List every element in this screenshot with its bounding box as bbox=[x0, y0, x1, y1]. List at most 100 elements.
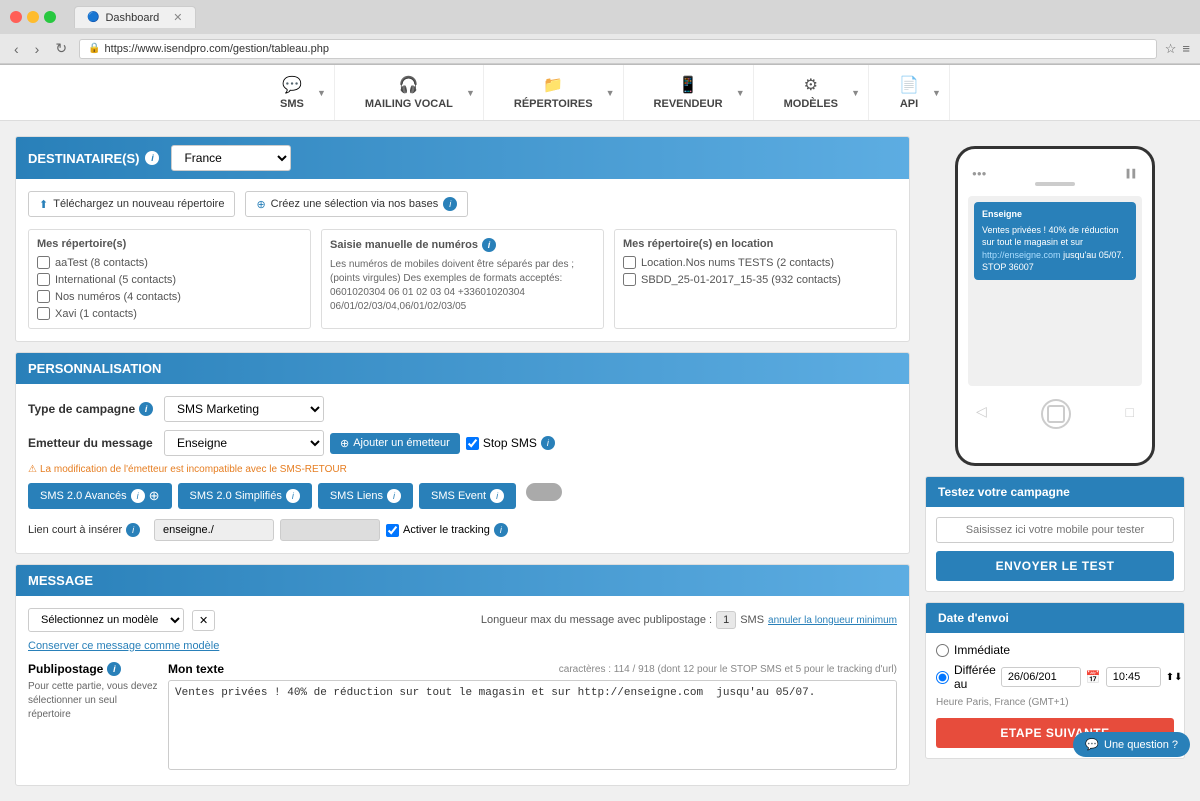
phone-home-button bbox=[1041, 399, 1071, 429]
question-bubble[interactable]: 💬 Une question ? bbox=[1073, 732, 1190, 757]
differee-date-input[interactable] bbox=[1001, 667, 1081, 687]
destinataires-info-icon[interactable]: i bbox=[145, 151, 159, 165]
top-navigation: 💬 SMS ▼ 🎧 MAILING VOCAL ▼ 📁 RÉPERTOIRES … bbox=[0, 65, 1200, 121]
sms-avances-button[interactable]: SMS 2.0 Avancés i ⊕ bbox=[28, 483, 172, 509]
message-title: MESSAGE bbox=[28, 573, 93, 588]
delete-modele-button[interactable]: ✕ bbox=[192, 610, 215, 631]
right-panel: ●●● ▌▌ Enseigne Ventes privées ! 40% de … bbox=[925, 136, 1185, 786]
avances-info-icon[interactable]: i bbox=[131, 489, 145, 503]
saisie-description: Les numéros de mobiles doivent être sépa… bbox=[330, 258, 595, 314]
close-dot[interactable] bbox=[10, 11, 22, 23]
envoyer-test-button[interactable]: ENVOYER LE TEST bbox=[936, 551, 1174, 581]
destinataires-section: DESTINATAIRE(S) i France ⬆ Téléchargez u… bbox=[15, 136, 910, 342]
message-top-row: Sélectionnez un modèle ✕ Longueur max du… bbox=[28, 608, 897, 632]
lien-row: Lien court à insérer i Activer le tracki… bbox=[28, 519, 897, 541]
test-mobile-input[interactable] bbox=[936, 517, 1174, 543]
event-info-icon[interactable]: i bbox=[490, 489, 504, 503]
stop-sms-info-icon[interactable]: i bbox=[541, 436, 555, 450]
reload-button[interactable]: ↻ bbox=[51, 38, 71, 59]
country-select[interactable]: France bbox=[171, 145, 291, 171]
upload-repertoire-button[interactable]: ⬆ Téléchargez un nouveau répertoire bbox=[28, 191, 235, 217]
lien-info-icon[interactable]: i bbox=[126, 523, 140, 537]
mailing-vocal-icon: 🎧 bbox=[399, 75, 419, 95]
differee-radio[interactable] bbox=[936, 671, 949, 684]
time-stepper-icon[interactable]: ⬆⬇ bbox=[1166, 672, 1183, 683]
repertoire-list: aaTest (8 contacts) International (5 con… bbox=[37, 256, 302, 320]
nav-repertoires[interactable]: 📁 RÉPERTOIRES ▼ bbox=[484, 65, 624, 120]
sms-count: 1 bbox=[716, 611, 736, 629]
list-item: SBDD_25-01-2017_15-35 (932 contacts) bbox=[623, 273, 888, 286]
sms-simplifies-button[interactable]: SMS 2.0 Simplifiés i bbox=[178, 483, 312, 509]
sms-label: SMS bbox=[280, 98, 304, 110]
tab-close[interactable]: ✕ bbox=[173, 11, 182, 24]
event-toggle[interactable] bbox=[526, 483, 562, 501]
address-bar[interactable]: 🔒 https://www.isendpro.com/gestion/table… bbox=[79, 39, 1157, 59]
lien-prefix-input bbox=[154, 519, 274, 541]
minimize-dot[interactable] bbox=[27, 11, 39, 23]
create-info-icon[interactable]: i bbox=[443, 197, 457, 211]
mon-texte-label: Mon texte bbox=[168, 662, 224, 676]
sms-dropdown-icon: ▼ bbox=[317, 88, 326, 98]
publipostage-info-icon[interactable]: i bbox=[107, 662, 121, 676]
type-campagne-select[interactable]: SMS Marketing bbox=[164, 396, 324, 422]
sms-liens-button[interactable]: SMS Liens i bbox=[318, 483, 413, 509]
repertoire-checkbox-2[interactable] bbox=[37, 273, 50, 286]
phone-sms-bubble: Enseigne Ventes privées ! 40% de réducti… bbox=[974, 202, 1136, 280]
nav-mailing-vocal[interactable]: 🎧 MAILING VOCAL ▼ bbox=[335, 65, 484, 120]
location-title: Mes répertoire(s) en location bbox=[623, 238, 888, 250]
menu-icon[interactable]: ≡ bbox=[1182, 41, 1190, 57]
tracking-info-icon[interactable]: i bbox=[494, 523, 508, 537]
immediate-radio[interactable] bbox=[936, 644, 949, 657]
liens-info-icon[interactable]: i bbox=[387, 489, 401, 503]
type-info-icon[interactable]: i bbox=[139, 402, 153, 416]
location-checkbox-1[interactable] bbox=[623, 256, 636, 269]
location-checkbox-2[interactable] bbox=[623, 273, 636, 286]
nav-api[interactable]: 📄 API ▼ bbox=[869, 65, 950, 120]
repertoire-checkbox-1[interactable] bbox=[37, 256, 50, 269]
annuler-longueur-link[interactable]: annuler la longueur minimum bbox=[768, 615, 897, 626]
avances-add-icon[interactable]: ⊕ bbox=[149, 488, 160, 504]
maximize-dot[interactable] bbox=[44, 11, 56, 23]
repertoire-checkbox-3[interactable] bbox=[37, 290, 50, 303]
saisie-info-icon[interactable]: i bbox=[482, 238, 496, 252]
revendeur-label: REVENDEUR bbox=[654, 98, 723, 110]
add-emetteur-button[interactable]: ⊕ Ajouter un émetteur bbox=[330, 433, 460, 454]
back-button[interactable]: ‹ bbox=[10, 39, 23, 59]
phone-link: http://enseigne.com bbox=[982, 250, 1061, 260]
star-icon[interactable]: ☆ bbox=[1165, 41, 1177, 57]
nav-modeles[interactable]: ⚙ MODÈLES ▼ bbox=[754, 65, 869, 120]
browser-chrome: 🔵 Dashboard ✕ ‹ › ↻ 🔒 https://www.isendp… bbox=[0, 0, 1200, 65]
lien-value-input[interactable] bbox=[280, 519, 380, 541]
stop-sms-checkbox[interactable] bbox=[466, 437, 479, 450]
personnalisation-header: PERSONNALISATION bbox=[16, 353, 909, 384]
app-container: 💬 SMS ▼ 🎧 MAILING VOCAL ▼ 📁 RÉPERTOIRES … bbox=[0, 65, 1200, 801]
dest-actions: ⬆ Téléchargez un nouveau répertoire ⊕ Cr… bbox=[28, 191, 897, 217]
browser-dots bbox=[10, 11, 56, 23]
mon-texte-header: Mon texte caractères : 114 / 918 (dont 1… bbox=[168, 662, 897, 676]
simplifies-info-icon[interactable]: i bbox=[286, 489, 300, 503]
forward-button[interactable]: › bbox=[31, 39, 44, 59]
browser-tab[interactable]: 🔵 Dashboard ✕ bbox=[74, 6, 196, 28]
nav-sms[interactable]: 💬 SMS ▼ bbox=[250, 65, 335, 120]
mailing-vocal-label: MAILING VOCAL bbox=[365, 98, 453, 110]
tracking-checkbox-label[interactable]: Activer le tracking i bbox=[386, 523, 508, 537]
sms-icon: 💬 bbox=[282, 75, 302, 95]
modeles-label: MODÈLES bbox=[784, 98, 838, 110]
differee-row: Différée au 📅 ⬆⬇ bbox=[936, 663, 1174, 691]
publipostage-col: Publipostage i Pour cette partie, vous d… bbox=[28, 662, 158, 773]
sms-event-button[interactable]: SMS Event i bbox=[419, 483, 516, 509]
browser-navbar: ‹ › ↻ 🔒 https://www.isendpro.com/gestion… bbox=[0, 34, 1200, 64]
differee-time-input[interactable] bbox=[1106, 667, 1161, 687]
message-body: Sélectionnez un modèle ✕ Longueur max du… bbox=[16, 596, 909, 785]
emetteur-select[interactable]: Enseigne bbox=[164, 430, 324, 456]
message-textarea[interactable]: Ventes privées ! 40% de réduction sur to… bbox=[168, 680, 897, 770]
repertoire-checkbox-4[interactable] bbox=[37, 307, 50, 320]
conserver-modele-link[interactable]: Conserver ce message comme modèle bbox=[28, 640, 897, 652]
calendar-icon[interactable]: 📅 bbox=[1086, 670, 1101, 684]
create-selection-button[interactable]: ⊕ Créez une sélection via nos bases i bbox=[245, 191, 468, 217]
list-item: Location.Nos nums TESTS (2 contacts) bbox=[623, 256, 888, 269]
tracking-checkbox[interactable] bbox=[386, 524, 399, 537]
modele-select[interactable]: Sélectionnez un modèle bbox=[28, 608, 184, 632]
nav-revendeur[interactable]: 📱 REVENDEUR ▼ bbox=[624, 65, 754, 120]
stop-sms-checkbox-label[interactable]: Stop SMS i bbox=[466, 436, 555, 450]
